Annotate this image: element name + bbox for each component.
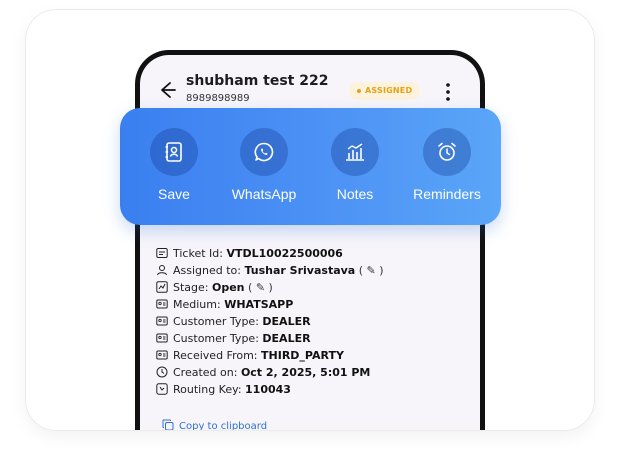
id-card-icon xyxy=(156,316,168,326)
notes-icon-circle xyxy=(331,128,379,176)
more-options-icon[interactable] xyxy=(441,81,455,103)
copy-to-clipboard-button[interactable]: Copy to clipboard xyxy=(162,419,267,430)
id-card-icon xyxy=(156,333,168,343)
whatsapp-icon-circle xyxy=(240,128,288,176)
person-icon xyxy=(157,265,167,276)
notes-icon xyxy=(346,143,364,161)
detail-row-received-from: Received From: THIRD_PARTY xyxy=(156,348,344,364)
whatsapp-button[interactable]: WhatsApp xyxy=(219,108,309,225)
save-label: Save xyxy=(158,186,190,202)
stage-icon xyxy=(156,281,168,293)
reminders-label: Reminders xyxy=(413,186,481,202)
detail-row-created-on: Created on: Oct 2, 2025, 5:01 PM xyxy=(156,365,370,381)
detail-row-customer-type: Customer Type: DEALER xyxy=(156,331,311,347)
edit-stage-button[interactable]: ( ✎ ) xyxy=(248,281,273,294)
contact-phone: 8989898989 xyxy=(186,93,250,104)
edit-assignee-button[interactable]: ( ✎ ) xyxy=(359,264,384,277)
quick-action-bar: Save WhatsApp Notes Reminders xyxy=(120,108,501,225)
id-card-icon xyxy=(156,299,168,309)
notes-button[interactable]: Notes xyxy=(310,108,400,225)
copy-to-clipboard-label: Copy to clipboard xyxy=(179,421,268,430)
detail-row-routing-key: Routing Key: 110043 xyxy=(156,382,291,398)
status-dot-icon xyxy=(357,88,361,93)
key-icon xyxy=(156,383,168,395)
status-badge-label: ASSIGNED xyxy=(365,86,413,95)
whatsapp-icon xyxy=(254,142,274,162)
ticket-icon xyxy=(156,248,168,258)
alarm-clock-icon xyxy=(438,142,456,161)
detail-row-medium: Medium: WHATSAPP xyxy=(156,297,293,313)
reminders-button[interactable]: Reminders xyxy=(402,108,492,225)
save-icon-circle xyxy=(150,128,198,176)
contact-name: shubham test 222 xyxy=(186,73,329,89)
whatsapp-label: WhatsApp xyxy=(231,186,297,202)
reminders-icon-circle xyxy=(423,128,471,176)
detail-row-assigned-to: Assigned to: Tushar Srivastava ( ✎ ) xyxy=(156,263,384,279)
ticket-header: shubham test 222 8989898989 ASSIGNED xyxy=(140,55,480,115)
notes-label: Notes xyxy=(336,186,374,202)
back-arrow-icon[interactable] xyxy=(156,79,178,101)
detail-row-customer-type: Customer Type: DEALER xyxy=(156,314,311,330)
contact-book-icon xyxy=(165,142,182,162)
id-card-icon xyxy=(156,350,168,360)
detail-row-ticket-id: Ticket Id: VTDL10022500006 xyxy=(156,246,343,262)
detail-row-stage: Stage: Open ( ✎ ) xyxy=(156,280,273,296)
phone-frame: shubham test 222 8989898989 ASSIGNED Tic… xyxy=(135,50,485,430)
clock-icon xyxy=(156,366,168,378)
save-contact-button[interactable]: Save xyxy=(129,108,219,225)
copy-icon xyxy=(162,419,174,430)
status-badge: ASSIGNED xyxy=(349,82,421,100)
